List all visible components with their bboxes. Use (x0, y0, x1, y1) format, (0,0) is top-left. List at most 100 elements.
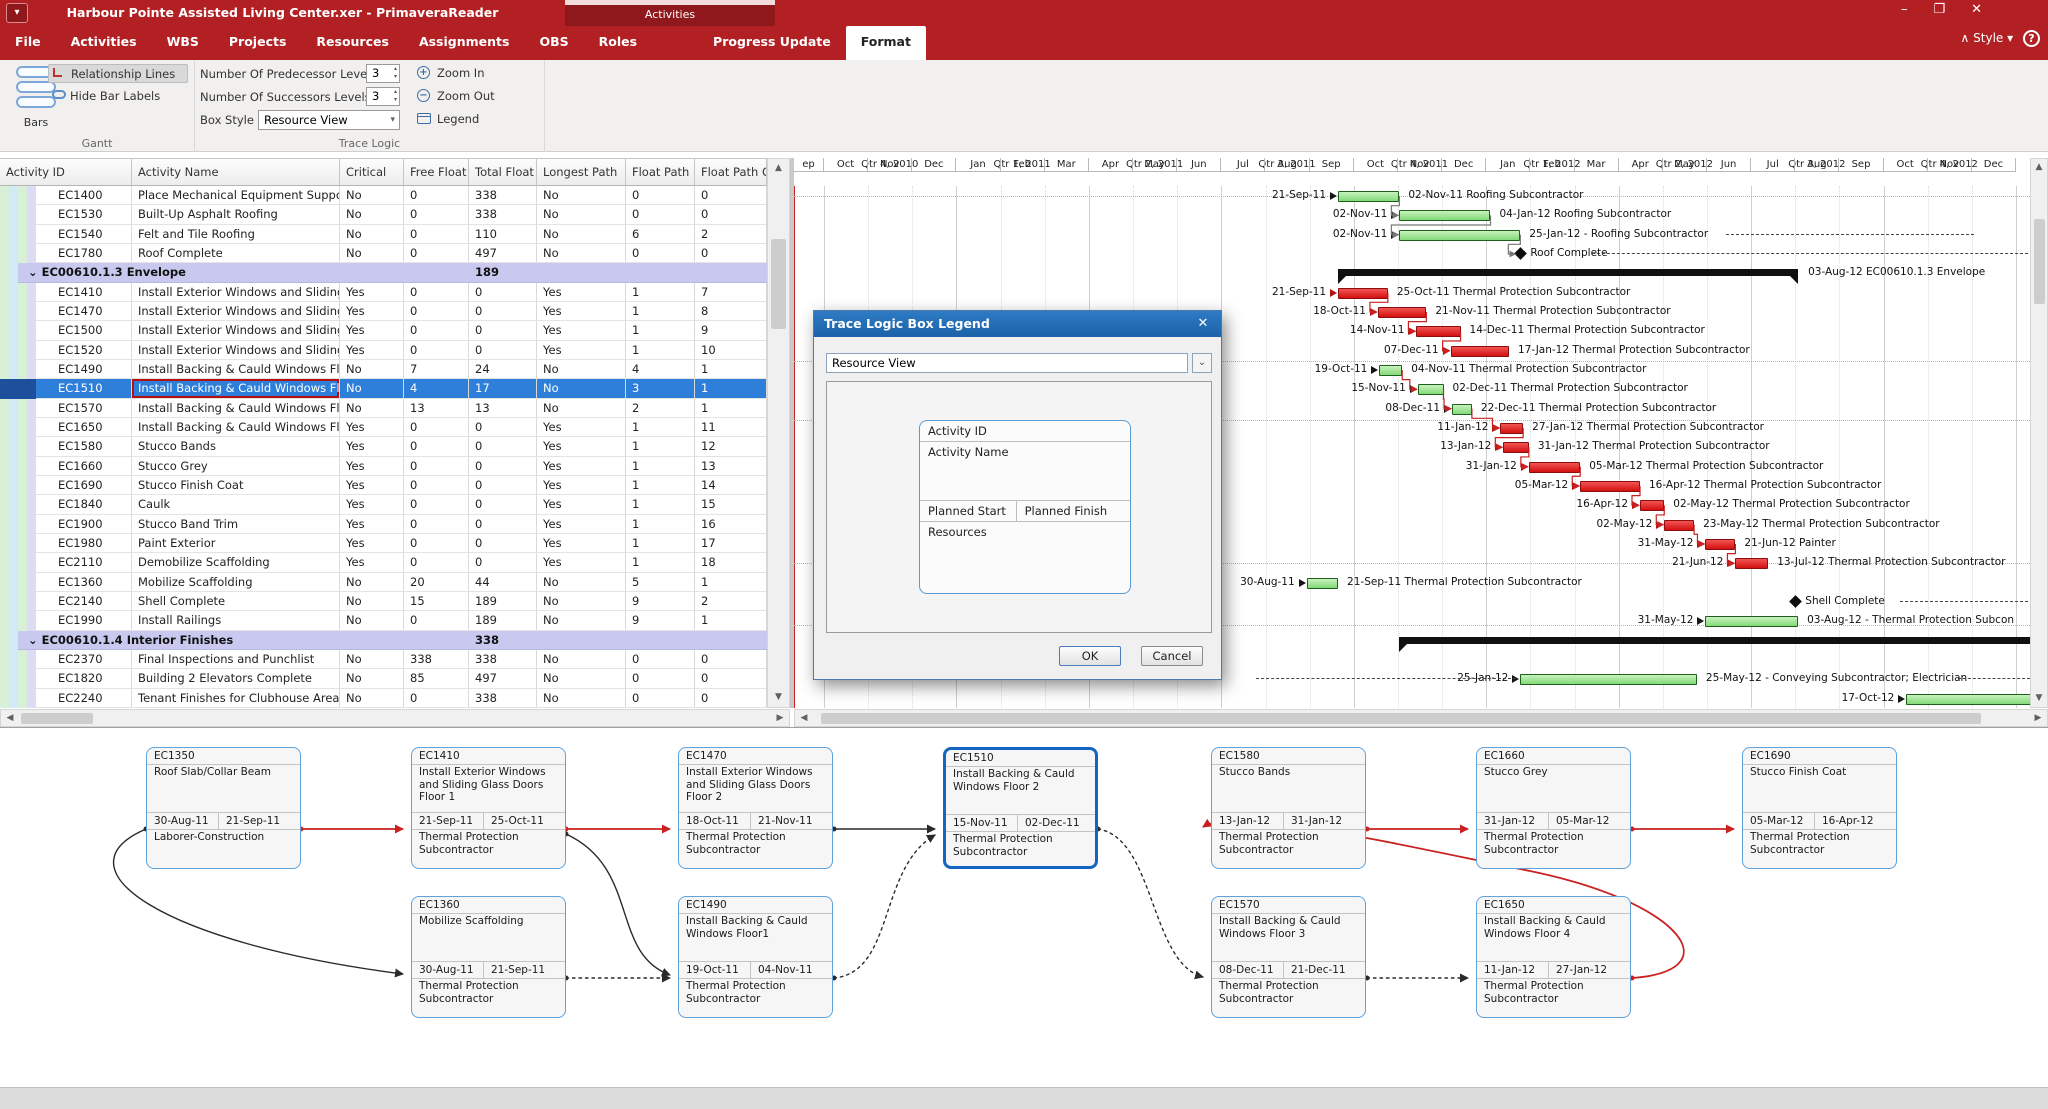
cell-total[interactable]: 0 (469, 437, 537, 456)
cell-total[interactable]: 44 (469, 573, 537, 592)
cell-critical[interactable]: Yes (340, 418, 404, 437)
cell-longest[interactable]: Yes (537, 457, 626, 476)
trace-box-EC1490[interactable]: EC1490Install Backing & Cauld Windows Fl… (678, 896, 833, 1018)
scroll-down-icon[interactable]: ▼ (769, 689, 788, 706)
group-row-band[interactable]: ⌄ EC00610.1.3 Envelope (18, 263, 767, 282)
cell-fpo[interactable]: 1 (695, 379, 767, 398)
cell-free[interactable]: 0 (404, 553, 469, 572)
cell-name[interactable]: Final Inspections and Punchlist (132, 650, 340, 669)
help-icon[interactable]: ? (2023, 30, 2040, 47)
table-horizontal-scrollbar[interactable]: ◀ ▶ (0, 709, 790, 727)
cell-free[interactable]: 0 (404, 611, 469, 630)
cell-critical[interactable]: No (340, 244, 404, 263)
cell-critical[interactable]: No (340, 689, 404, 708)
cell-id[interactable]: EC1540 (52, 225, 132, 244)
cell-longest[interactable]: No (537, 689, 626, 708)
cell-name[interactable]: Stucco Band Trim (132, 515, 340, 534)
column-header-total[interactable]: Total Float (469, 159, 537, 187)
cell-id[interactable]: EC1530 (52, 205, 132, 224)
cell-fpo[interactable]: 0 (695, 244, 767, 263)
bars-button[interactable]: Bars (10, 116, 62, 129)
cell-fpo[interactable]: 1 (695, 399, 767, 418)
cell-fp[interactable]: 1 (626, 341, 695, 360)
cell-free[interactable]: 0 (404, 689, 469, 708)
cell-fpo[interactable]: 2 (695, 225, 767, 244)
scroll-left-icon[interactable]: ◀ (2, 711, 18, 725)
cell-critical[interactable]: Yes (340, 283, 404, 302)
cell-total[interactable]: 338 (469, 186, 537, 205)
cell-fp[interactable]: 1 (626, 283, 695, 302)
column-header-free[interactable]: Free Float (404, 159, 469, 187)
zoom-out-button[interactable]: −Zoom Out (417, 88, 495, 106)
cell-name[interactable]: Built-Up Asphalt Roofing (132, 205, 340, 224)
table-row-EC1400[interactable]: EC1400Place Mechanical Equipment Support… (0, 186, 767, 205)
close-icon[interactable]: ✕ (1193, 311, 1213, 337)
cell-free[interactable]: 0 (404, 321, 469, 340)
cell-name[interactable]: Building 2 Elevators Complete (132, 669, 340, 688)
cell-longest[interactable]: No (537, 611, 626, 630)
cell-fp[interactable]: 1 (626, 321, 695, 340)
cell-fpo[interactable]: 0 (695, 205, 767, 224)
cancel-button[interactable]: Cancel (1141, 646, 1203, 666)
gantt-vertical-scrollbar[interactable]: ▲ ▼ (2030, 158, 2048, 708)
cell-longest[interactable]: Yes (537, 534, 626, 553)
cell-fp[interactable]: 0 (626, 669, 695, 688)
cell-fpo[interactable]: 17 (695, 534, 767, 553)
tab-projects[interactable]: Projects (214, 26, 302, 60)
restore-icon[interactable]: ❐ (1933, 2, 1971, 17)
trace-box-EC1360[interactable]: EC1360Mobilize Scaffolding30-Aug-1121-Se… (411, 896, 566, 1018)
cell-free[interactable]: 0 (404, 186, 469, 205)
table-row-EC1900[interactable]: EC1900Stucco Band TrimYes00Yes116 (0, 515, 767, 534)
cell-fp[interactable]: 6 (626, 225, 695, 244)
cell-critical[interactable]: Yes (340, 302, 404, 321)
chevron-down-icon[interactable]: ⌄ (1192, 353, 1212, 373)
cell-total[interactable]: 497 (469, 244, 537, 263)
cell-name[interactable]: Install Exterior Windows and Sliding Gla… (132, 321, 340, 340)
table-row-EC1540[interactable]: EC1540Felt and Tile RoofingNo0110No62 (0, 225, 767, 244)
cell-id[interactable]: EC1780 (52, 244, 132, 263)
trace-box-EC1690[interactable]: EC1690Stucco Finish Coat05-Mar-1216-Apr-… (1742, 747, 1897, 869)
cell-total[interactable]: 13 (469, 399, 537, 418)
tab-wbs[interactable]: WBS (152, 26, 214, 60)
table-row-EC1500[interactable]: EC1500Install Exterior Windows and Slidi… (0, 321, 767, 340)
trace-box-EC1650[interactable]: EC1650Install Backing & Cauld Windows Fl… (1476, 896, 1631, 1018)
cell-free[interactable]: 13 (404, 399, 469, 418)
cell-fpo[interactable]: 8 (695, 302, 767, 321)
cell-longest[interactable]: No (537, 399, 626, 418)
table-group-row[interactable]: ⌄ EC00610.1.3 Envelope189 (0, 263, 767, 282)
cell-free[interactable]: 0 (404, 302, 469, 321)
cell-longest[interactable]: No (537, 379, 626, 398)
cell-fp[interactable]: 5 (626, 573, 695, 592)
cell-fpo[interactable]: 15 (695, 495, 767, 514)
table-row-EC1360[interactable]: EC1360Mobilize ScaffoldingNo2044No51 (0, 573, 767, 592)
cell-fpo[interactable]: 2 (695, 592, 767, 611)
cell-name[interactable]: Felt and Tile Roofing (132, 225, 340, 244)
column-header-critical[interactable]: Critical (340, 159, 404, 187)
cell-fp[interactable]: 0 (626, 650, 695, 669)
cell-critical[interactable]: No (340, 360, 404, 379)
cell-name[interactable]: Install Backing & Cauld Windows Floor 3 (132, 399, 340, 418)
cell-total[interactable]: 338 (469, 650, 537, 669)
style-menu[interactable]: ∧ Style ▾ ? (1961, 30, 2040, 47)
cell-fp[interactable]: 1 (626, 302, 695, 321)
cell-id[interactable]: EC1690 (52, 476, 132, 495)
cell-id[interactable]: EC1470 (52, 302, 132, 321)
cell-fpo[interactable]: 9 (695, 321, 767, 340)
window-controls[interactable]: –❐✕ (1901, 2, 2008, 17)
cell-free[interactable]: 0 (404, 515, 469, 534)
cell-free[interactable]: 15 (404, 592, 469, 611)
cell-total[interactable]: 0 (469, 476, 537, 495)
table-row-EC1990[interactable]: EC1990Install RailingsNo0189No91 (0, 611, 767, 630)
scroll-up-icon[interactable]: ▲ (2032, 160, 2046, 175)
table-row-EC2110[interactable]: EC2110Demobilize ScaffoldingYes00Yes118 (0, 553, 767, 572)
cell-total[interactable]: 0 (469, 418, 537, 437)
cell-fpo[interactable]: 18 (695, 553, 767, 572)
cell-critical[interactable]: No (340, 186, 404, 205)
cell-longest[interactable]: Yes (537, 283, 626, 302)
cell-id[interactable]: EC1990 (52, 611, 132, 630)
cell-free[interactable]: 7 (404, 360, 469, 379)
cell-longest[interactable]: Yes (537, 418, 626, 437)
cell-free[interactable]: 0 (404, 418, 469, 437)
cell-name[interactable]: Demobilize Scaffolding (132, 553, 340, 572)
cell-id[interactable]: EC1660 (52, 457, 132, 476)
